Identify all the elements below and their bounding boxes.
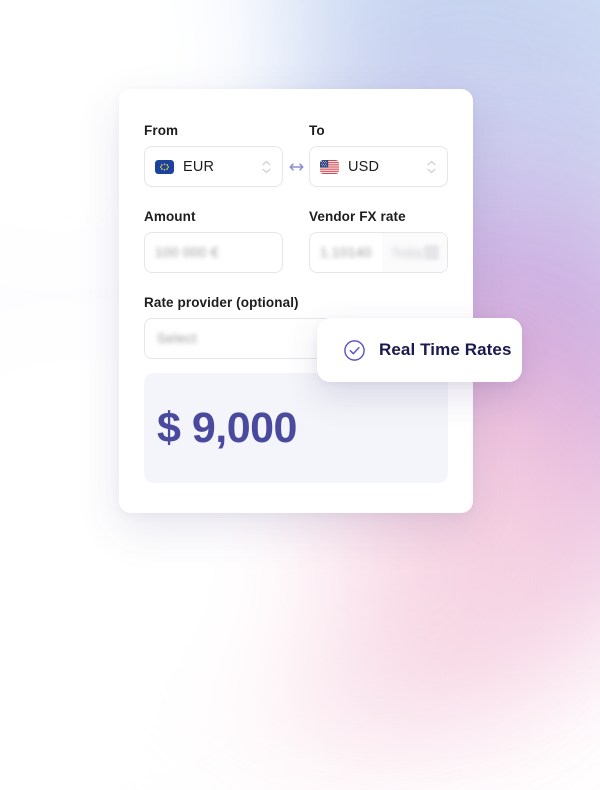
to-label: To (309, 123, 325, 138)
converted-amount-panel: $ 9,000 (144, 373, 448, 483)
real-time-rates-toast[interactable]: Real Time Rates (317, 318, 522, 382)
from-label: From (144, 123, 179, 138)
rate-provider-placeholder: Select (157, 331, 197, 346)
vendor-fx-label: Vendor FX rate (309, 209, 406, 224)
vendor-fx-date-value: Today (391, 245, 425, 260)
to-currency-select[interactable]: USD (309, 146, 448, 187)
from-currency-code: EUR (183, 158, 215, 175)
amount-fx-row: Amount 100 000 € Vendor FX rate 1.10140 … (144, 209, 448, 273)
from-currency-group: From EUR (144, 123, 283, 187)
amount-label: Amount (144, 209, 196, 224)
vendor-fx-date-picker[interactable]: Today (382, 233, 447, 272)
vendor-fx-rate-input[interactable]: 1.10140 (310, 233, 382, 272)
to-currency-code: USD (348, 158, 380, 175)
chevron-up-down-icon[interactable] (262, 160, 271, 173)
toast-label: Real Time Rates (379, 340, 512, 359)
check-circle-icon (343, 339, 366, 362)
from-currency-select[interactable]: EUR (144, 146, 283, 187)
fx-converter-card: From EUR To USD Amount 100 000 € Vendor … (119, 89, 473, 513)
swap-horizontal-icon (286, 161, 307, 173)
to-currency-group: To USD (309, 123, 448, 187)
chevron-up-down-icon[interactable] (427, 160, 436, 173)
amount-value: 100 000 € (155, 245, 219, 260)
amount-input[interactable]: 100 000 € (144, 232, 283, 273)
eu-flag-icon (155, 159, 174, 174)
us-flag-icon (320, 159, 339, 174)
converted-amount-value: $ 9,000 (157, 403, 297, 452)
amount-group: Amount 100 000 € (144, 209, 283, 273)
vendor-fx-group: Vendor FX rate 1.10140 Today (309, 209, 448, 273)
row-spacer (283, 232, 309, 273)
swap-currencies-button[interactable] (283, 146, 309, 187)
vendor-fx-control: 1.10140 Today (309, 232, 448, 273)
vendor-fx-rate-value: 1.10140 (320, 245, 372, 260)
calendar-icon (424, 245, 440, 260)
currency-pair-row: From EUR To USD (144, 123, 448, 187)
rate-provider-label: Rate provider (optional) (144, 295, 299, 310)
